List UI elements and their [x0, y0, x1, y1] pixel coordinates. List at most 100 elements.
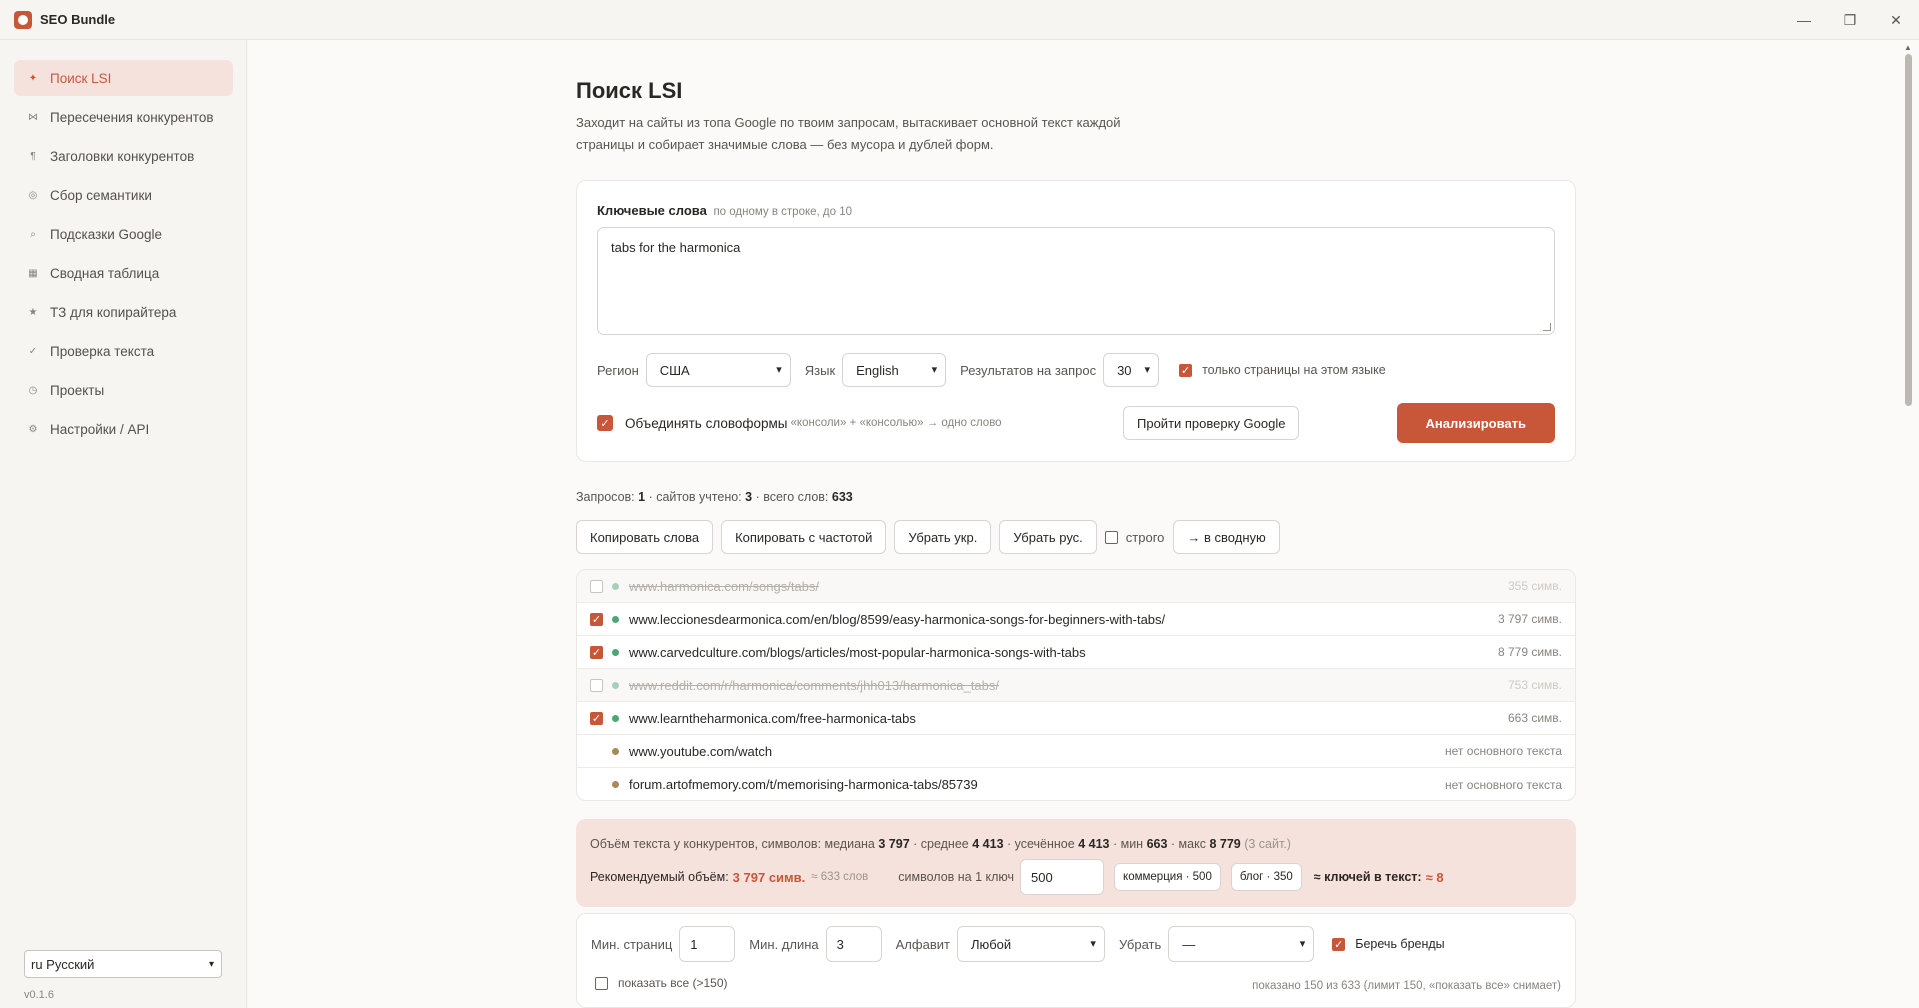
merge-forms-hint: «консоли» + «консолью» → одно слово — [790, 417, 1002, 429]
resize-grip-icon[interactable] — [1543, 323, 1551, 331]
search-form-card: Ключевые слова по одному в строке, до 10… — [576, 180, 1576, 462]
sidebar-item-6[interactable]: ★ ТЗ для копирайтера — [14, 294, 233, 330]
volume-trimmed-label: · усечённое — [1007, 837, 1075, 851]
sidebar-item-2[interactable]: ¶ Заголовки конкурентов — [14, 138, 233, 174]
app-title: SEO Bundle — [40, 12, 116, 27]
merge-forms-label: Объединять словоформы — [625, 415, 788, 431]
per-key-input[interactable]: 500 — [1020, 859, 1105, 895]
remove-select-value: — — [1182, 936, 1196, 952]
sidebar-item-1[interactable]: ⋈ Пересечения конкурентов — [14, 99, 233, 135]
same-language-label: только страницы на этом языке — [1202, 363, 1386, 377]
url-text[interactable]: www.reddit.com/r/harmonica/comments/jhh0… — [629, 678, 999, 693]
remove-ukrainian-button[interactable]: Убрать укр. — [894, 520, 992, 554]
app-logo-icon — [14, 10, 32, 29]
remove-russian-button[interactable]: Убрать рус. — [999, 520, 1097, 554]
results-select[interactable]: 30 ▾ — [1103, 353, 1160, 387]
same-language-checkbox[interactable]: ✓ — [1179, 363, 1193, 377]
sidebar-item-0[interactable]: ✦ Поиск LSI — [14, 60, 233, 96]
alphabet-select[interactable]: Любой ▾ — [956, 926, 1105, 962]
shown-info: показано 150 из 633 (лимит 150, «показат… — [1252, 980, 1561, 992]
volume-trimmed: 4 413 — [1078, 837, 1110, 851]
url-text[interactable]: www.harmonica.com/songs/tabs/ — [629, 579, 819, 594]
scroll-thumb[interactable] — [1905, 54, 1912, 406]
sidebar-item-5[interactable]: ▦ Сводная таблица — [14, 255, 233, 291]
url-include-checkbox[interactable]: ✓ — [590, 711, 603, 725]
sparkle-icon: ✦ — [28, 72, 38, 84]
keywords-textarea[interactable]: tabs for the harmonica — [597, 227, 1555, 335]
copy-words-button[interactable]: Копировать слова — [576, 520, 714, 554]
page-description: Заходит на сайты из топа Google по твоим… — [576, 115, 1121, 152]
remove-select[interactable]: — ▾ — [1168, 926, 1315, 962]
sidebar-item-label: Настройки / API — [50, 421, 150, 437]
min-length-label: Мин. длина — [749, 936, 819, 952]
sidebar-item-7[interactable]: ✓ Проверка текста — [14, 333, 233, 369]
sidebar-item-label: Пересечения конкурентов — [50, 109, 214, 125]
volume-avg: 4 413 — [972, 837, 1004, 851]
minimize-button[interactable]: — — [1781, 0, 1827, 40]
language-select-form[interactable]: English ▾ — [842, 353, 947, 387]
status-dot-icon — [612, 582, 619, 590]
copy-frequency-button[interactable]: Копировать с частотой — [721, 520, 887, 554]
recommended-volume-row: Рекомендуемый объём: 3 797 симв. ≈ 633 с… — [590, 859, 1444, 895]
chevron-down-icon: ▾ — [208, 958, 214, 970]
volume-min: 663 — [1146, 837, 1168, 851]
keep-brands-label: Беречь бренды — [1355, 937, 1445, 951]
stats-summary: Запросов: 1 · сайтов учтено: 3 · всего с… — [576, 490, 853, 504]
url-checkbox-placeholder — [590, 778, 603, 791]
blog-chip[interactable]: блог · 350 — [1230, 863, 1302, 891]
merge-forms-checkbox[interactable]: ✓ — [597, 415, 613, 431]
commerce-chip[interactable]: коммерция · 500 — [1114, 863, 1221, 891]
url-include-checkbox[interactable] — [590, 579, 603, 593]
keywords-label: Ключевые слова по одному в строке, до 10 — [597, 203, 852, 218]
strict-checkbox[interactable] — [1104, 530, 1118, 544]
recommended-words: ≈ 633 слов — [811, 871, 869, 883]
min-length-input[interactable]: 3 — [825, 926, 882, 962]
region-select[interactable]: США ▾ — [645, 353, 791, 387]
show-all-checkbox[interactable] — [595, 976, 608, 990]
intersect-icon: ⋈ — [28, 111, 38, 123]
url-include-checkbox[interactable]: ✓ — [590, 645, 603, 659]
scroll-up-icon[interactable]: ▲ — [1904, 43, 1912, 52]
keep-brands-checkbox[interactable]: ✓ — [1332, 937, 1346, 951]
url-text[interactable]: forum.artofmemory.com/t/memorising-harmo… — [629, 777, 978, 792]
clock-icon: ◷ — [28, 384, 38, 396]
url-text[interactable]: www.leccionesdearmonica.com/en/blog/8599… — [629, 612, 1165, 627]
vertical-scrollbar[interactable]: ▲ — [1900, 40, 1919, 1008]
url-text[interactable]: www.youtube.com/watch — [629, 744, 772, 759]
sidebar-item-label: Проверка текста — [50, 343, 155, 359]
google-check-button[interactable]: Пройти проверку Google — [1123, 406, 1300, 440]
check-icon: ✓ — [28, 345, 38, 357]
chevron-down-icon: ▾ — [1299, 938, 1306, 950]
language-select-value-form: English — [856, 362, 899, 378]
url-include-checkbox[interactable]: ✓ — [590, 612, 603, 626]
alphabet-select-value: Любой — [970, 936, 1012, 952]
sidebar-item-label: Сводная таблица — [50, 265, 160, 281]
language-select[interactable]: ru Русский ▾ — [24, 950, 222, 978]
region-select-value: США — [659, 362, 690, 378]
url-include-checkbox[interactable] — [590, 678, 603, 692]
keywords-hint: по одному в строке, до 10 — [713, 206, 853, 218]
filters-row: Мин. страниц 1 Мин. длина 3 Алфавит Любо… — [591, 926, 1445, 962]
title-bar: SEO Bundle — ❐ ✕ — [0, 0, 1919, 40]
close-button[interactable]: ✕ — [1873, 0, 1919, 40]
url-row: ✓ www.leccionesdearmonica.com/en/blog/859… — [577, 603, 1575, 636]
to-summary-button[interactable]: → в сводную — [1173, 520, 1280, 554]
sidebar-item-4[interactable]: ⌕ Подсказки Google — [14, 216, 233, 252]
min-pages-input[interactable]: 1 — [679, 926, 736, 962]
search-icon: ⌕ — [30, 228, 36, 240]
queries-count: 1 — [638, 490, 646, 504]
status-dot-icon — [612, 747, 619, 755]
analyze-button[interactable]: Анализировать — [1396, 403, 1555, 443]
main-content: Поиск LSI Заходит на сайты из топа Googl… — [248, 40, 1900, 1008]
url-text[interactable]: www.carvedculture.com/blogs/articles/mos… — [629, 645, 1086, 660]
url-text[interactable]: www.learntheharmonica.com/free-harmonica… — [629, 711, 916, 726]
sidebar-item-label: Поиск LSI — [50, 70, 112, 86]
sidebar-item-8[interactable]: ◷ Проекты — [14, 372, 233, 408]
gear-icon: ⚙ — [28, 423, 38, 435]
sidebar-item-9[interactable]: ⚙ Настройки / API — [14, 411, 233, 447]
volume-max-label: · макс — [1170, 837, 1206, 851]
status-dot-icon — [612, 681, 619, 689]
maximize-button[interactable]: ❐ — [1827, 0, 1873, 40]
sidebar-item-3[interactable]: ◎ Сбор семантики — [14, 177, 233, 213]
volume-max: 8 779 — [1209, 837, 1241, 851]
